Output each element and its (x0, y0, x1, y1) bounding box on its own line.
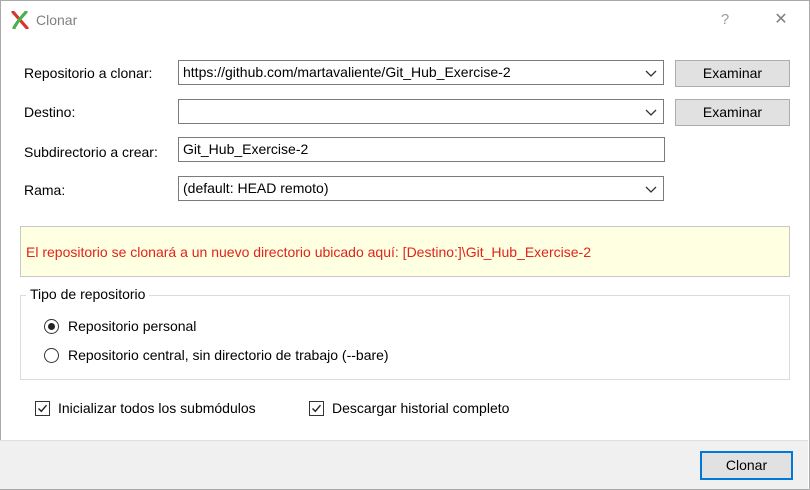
repo-type-title: Tipo de repositorio (26, 286, 150, 302)
close-button[interactable]: ✕ (767, 9, 795, 31)
radio-personal-label[interactable]: Repositorio personal (68, 318, 196, 334)
subdirectory-value: Git_Hub_Exercise-2 (183, 141, 309, 157)
subdir-label: Subdirectorio a crear: (24, 144, 158, 160)
radio-button[interactable] (44, 319, 59, 334)
browse-repo-button[interactable]: Examinar (675, 60, 790, 87)
radio-selected-dot (48, 323, 55, 330)
checkmark-icon (38, 404, 48, 413)
window-title: Clonar (36, 12, 78, 28)
title-bar: Clonar ? ✕ (1, 1, 809, 39)
branch-combobox[interactable]: (default: HEAD remoto) (178, 176, 664, 201)
dialog-footer (0, 440, 808, 489)
browse-destination-button[interactable]: Examinar (675, 99, 790, 126)
help-button[interactable]: ? (713, 9, 737, 31)
radio-central-label[interactable]: Repositorio central, sin directorio de t… (68, 347, 389, 363)
checkbox[interactable] (309, 401, 324, 416)
branch-label: Rama: (24, 182, 66, 198)
destination-notice: El repositorio se clonará a un nuevo dir… (20, 226, 790, 277)
dest-label: Destino: (24, 104, 76, 120)
checkbox[interactable] (35, 401, 50, 416)
notice-text: El repositorio se clonará a un nuevo dir… (26, 244, 591, 260)
chevron-down-icon[interactable] (641, 178, 661, 200)
app-logo-icon (11, 11, 29, 29)
subdirectory-input[interactable]: Git_Hub_Exercise-2 (178, 137, 665, 162)
chevron-down-icon[interactable] (641, 62, 661, 84)
repo-url-combobox[interactable]: https://github.com/martavaliente/Git_Hub… (178, 60, 664, 85)
repo-type-group (20, 295, 790, 380)
checkmark-icon (312, 404, 322, 413)
destination-combobox[interactable] (178, 99, 664, 124)
clone-button[interactable]: Clonar (700, 451, 793, 480)
radio-button[interactable] (44, 348, 59, 363)
full-history-label[interactable]: Descargar historial completo (332, 400, 509, 416)
repo-label: Repositorio a clonar: (24, 65, 153, 81)
chevron-down-icon[interactable] (641, 101, 661, 123)
repo-url-value: https://github.com/martavaliente/Git_Hub… (183, 64, 511, 80)
init-submodules-label[interactable]: Inicializar todos los submódulos (58, 400, 256, 416)
branch-value: (default: HEAD remoto) (183, 180, 329, 196)
